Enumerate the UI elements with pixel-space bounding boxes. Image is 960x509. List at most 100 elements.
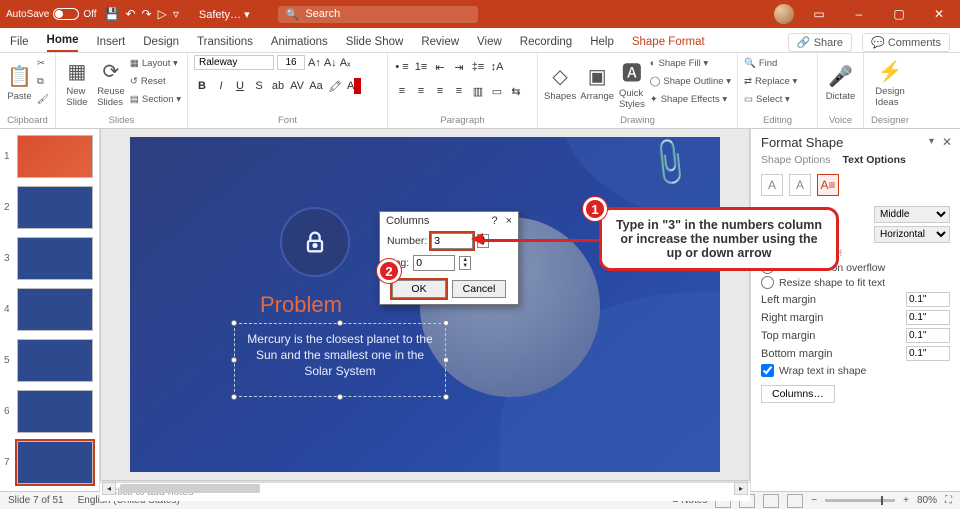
thumb-4[interactable]: 4 xyxy=(4,288,95,331)
align-left-button[interactable]: ≡ xyxy=(394,83,410,99)
copy-icon[interactable]: ⧉ xyxy=(37,73,49,90)
tab-recording[interactable]: Recording xyxy=(520,32,572,52)
search-box[interactable]: 🔍 Search xyxy=(278,6,478,23)
textbox-properties-icon[interactable]: A≡ xyxy=(817,174,839,196)
shape-fill-button[interactable]: ◐ Shape Fill ▾ xyxy=(650,55,731,72)
undo-icon[interactable]: ↶ xyxy=(125,7,135,21)
zoom-slider[interactable] xyxy=(825,499,895,502)
indent-increase-button[interactable]: ⇥ xyxy=(451,59,467,75)
bottom-margin-input[interactable] xyxy=(906,346,950,361)
scroll-left-icon[interactable]: ◂ xyxy=(102,482,116,495)
arrange-button[interactable]: ▣Arrange xyxy=(580,55,614,111)
number-input[interactable] xyxy=(431,233,473,249)
slideshow-start-icon[interactable]: ▷ xyxy=(158,7,167,21)
ribbon-display-icon[interactable]: ▭ xyxy=(804,7,834,21)
minimize-icon[interactable]: – xyxy=(844,7,874,21)
clear-format-icon[interactable]: Aₓ xyxy=(340,57,351,69)
autofit-resize-radio[interactable] xyxy=(761,276,774,289)
paste-button[interactable]: 📋Paste xyxy=(6,55,33,111)
dialog-close-icon[interactable]: × xyxy=(506,215,512,227)
underline-button[interactable]: U xyxy=(232,78,248,94)
select-button[interactable]: ▭ Select ▾ xyxy=(744,91,797,108)
tab-home[interactable]: Home xyxy=(47,30,79,52)
line-spacing-button[interactable]: ‡≡ xyxy=(470,59,486,75)
spacing-spinner[interactable]: ▲▼ xyxy=(459,256,471,270)
quick-styles-button[interactable]: 🅰Quick Styles xyxy=(618,55,646,111)
cut-icon[interactable]: ✂ xyxy=(37,55,49,72)
maximize-icon[interactable]: ▢ xyxy=(884,7,914,21)
slide-canvas[interactable]: 📎 Problem Mercury is the closest planet … xyxy=(100,129,750,481)
layout-button[interactable]: ▦ Layout ▾ xyxy=(130,55,181,72)
text-direction-button[interactable]: ↕A xyxy=(489,59,505,75)
section-button[interactable]: ▤ Section ▾ xyxy=(130,91,181,108)
font-color-button[interactable]: A xyxy=(346,78,362,94)
justify-button[interactable]: ≡ xyxy=(451,83,467,99)
char-spacing-button[interactable]: AV xyxy=(289,78,305,94)
format-painter-icon[interactable]: 🖌 xyxy=(37,91,49,108)
toggle-off-icon[interactable] xyxy=(53,8,79,20)
vertical-align-select[interactable]: Middle xyxy=(874,206,950,223)
font-size-select[interactable] xyxy=(277,55,305,70)
font-family-select[interactable] xyxy=(194,55,274,70)
qat-customize-icon[interactable]: ▿ xyxy=(173,7,179,21)
italic-button[interactable]: I xyxy=(213,78,229,94)
ok-button[interactable]: OK xyxy=(392,280,446,298)
shape-outline-button[interactable]: ◯ Shape Outline ▾ xyxy=(650,73,731,90)
align-center-button[interactable]: ≡ xyxy=(413,83,429,99)
redo-icon[interactable]: ↷ xyxy=(142,7,152,21)
highlight-button[interactable]: 🖍 xyxy=(327,78,343,94)
tab-slideshow[interactable]: Slide Show xyxy=(346,32,404,52)
reset-button[interactable]: ↺ Reset xyxy=(130,73,181,90)
tab-review[interactable]: Review xyxy=(421,32,459,52)
align-right-button[interactable]: ≡ xyxy=(432,83,448,99)
pane-close-icon[interactable]: ✕ xyxy=(942,135,952,149)
text-effects-icon[interactable]: A xyxy=(789,174,811,196)
columns-button-pane[interactable]: Columns… xyxy=(761,385,835,403)
strike-button[interactable]: S xyxy=(251,78,267,94)
find-button[interactable]: 🔍 Find xyxy=(744,55,797,72)
zoom-in-icon[interactable]: + xyxy=(903,495,909,506)
scroll-right-icon[interactable]: ▸ xyxy=(734,482,748,495)
fit-to-window-icon[interactable]: ⛶ xyxy=(945,495,952,506)
tab-transitions[interactable]: Transitions xyxy=(197,32,253,52)
slide-title[interactable]: Problem xyxy=(260,292,342,318)
text-direction-select[interactable]: Horizontal xyxy=(874,226,950,243)
user-avatar[interactable] xyxy=(774,4,794,24)
slide-body-text[interactable]: Mercury is the closest planet to the Sun… xyxy=(240,327,440,384)
thumb-2[interactable]: 2 xyxy=(4,186,95,229)
tab-help[interactable]: Help xyxy=(590,32,614,52)
share-button[interactable]: 🔗 Share xyxy=(788,33,852,52)
horizontal-scrollbar[interactable]: ◂▸ xyxy=(102,481,748,482)
autosave-toggle[interactable]: AutoSave Off xyxy=(6,8,97,20)
numbering-button[interactable]: 1≡ xyxy=(413,59,429,75)
reading-view-icon[interactable] xyxy=(763,494,779,508)
thumb-5[interactable]: 5 xyxy=(4,339,95,382)
tab-insert[interactable]: Insert xyxy=(96,32,125,52)
text-options-tab[interactable]: Text Options xyxy=(842,154,905,166)
thumb-7[interactable]: 7 xyxy=(4,441,95,484)
shapes-button[interactable]: ◇Shapes xyxy=(544,55,576,111)
right-margin-input[interactable] xyxy=(906,310,950,325)
cancel-button[interactable]: Cancel xyxy=(452,280,506,298)
text-fill-outline-icon[interactable]: A xyxy=(761,174,783,196)
top-margin-input[interactable] xyxy=(906,328,950,343)
document-name[interactable]: Safety… ▾ xyxy=(199,8,250,21)
shape-options-tab[interactable]: Shape Options xyxy=(761,154,830,166)
tab-shape-format[interactable]: Shape Format xyxy=(632,32,705,52)
close-icon[interactable]: ✕ xyxy=(924,7,954,21)
tab-animations[interactable]: Animations xyxy=(271,32,328,52)
pane-options-icon[interactable]: ▾ xyxy=(929,136,934,147)
dialog-help-icon[interactable]: ? xyxy=(491,215,497,227)
save-icon[interactable]: 💾 xyxy=(105,7,120,21)
columns-button[interactable]: ▥ xyxy=(470,83,486,99)
shape-effects-button[interactable]: ✦ Shape Effects ▾ xyxy=(650,91,731,108)
zoom-level[interactable]: 80% xyxy=(917,495,937,506)
align-text-button[interactable]: ▭ xyxy=(489,83,505,99)
chevron-down-icon[interactable]: ▼ xyxy=(460,263,470,269)
decrease-font-icon[interactable]: A↓ xyxy=(324,57,337,69)
slideshow-view-icon[interactable] xyxy=(787,494,803,508)
comments-button[interactable]: 💬 Comments xyxy=(862,33,950,52)
reuse-slides-button[interactable]: ⟳Reuse Slides xyxy=(96,55,126,111)
indent-decrease-button[interactable]: ⇤ xyxy=(432,59,448,75)
bullets-button[interactable]: • ≡ xyxy=(394,59,410,75)
